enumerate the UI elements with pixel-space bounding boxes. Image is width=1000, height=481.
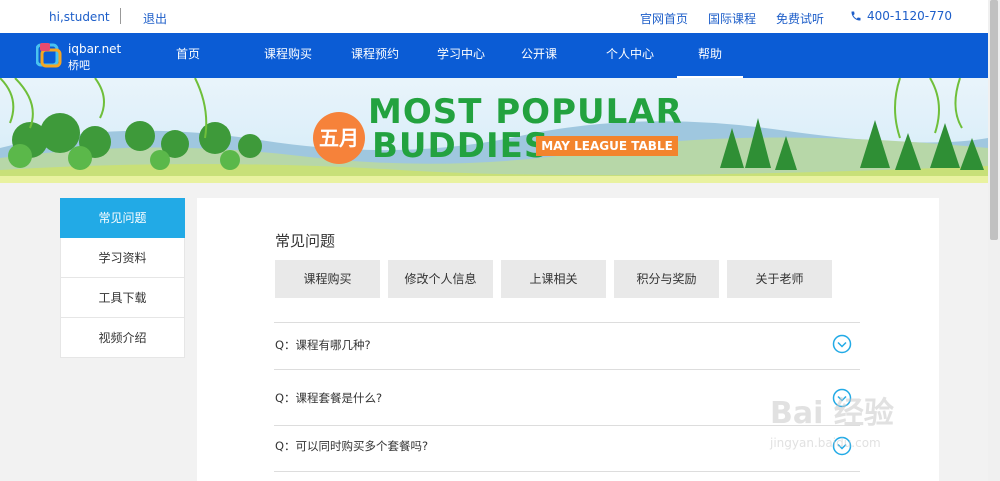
nav-open-class[interactable]: 公开课 [514,33,564,78]
faq-question: Q：课程有哪几种? [275,338,371,352]
nav-course-purchase[interactable]: 课程购买 [246,33,330,78]
banner-tag: MAY LEAGUE TABLE [536,136,678,156]
top-bar: hi,student 退出 官网首页 国际课程 免费试听 400-1120-77… [0,0,988,33]
banner-title-line2: BUDDIES [372,126,550,166]
watermark-brand: Bai 经验 [770,396,894,431]
free-trial-link[interactable]: 免费试听 [776,10,824,27]
chevron-down-icon[interactable] [832,334,852,354]
divider [274,471,860,472]
phone-contact: 400-1120-770 [850,9,952,23]
logo-text-cn: 桥吧 [68,59,90,72]
help-sidebar: 常见问题 学习资料 工具下载 视频介绍 [60,198,185,358]
logo[interactable]: iqbar.net 桥吧 [36,40,126,72]
category-course-purchase[interactable]: 课程购买 [275,260,380,298]
watermark: Bai 经验 jingyan.baidu.com [770,388,950,458]
faq-item[interactable]: Q：课程有哪几种? [274,322,860,369]
faq-question: Q：课程套餐是什么? [275,391,383,405]
month-badge: 五月 [313,112,365,164]
logo-text-en: iqbar.net [68,42,122,56]
official-home-link[interactable]: 官网首页 [640,10,688,27]
sidebar-item-tools[interactable]: 工具下载 [60,278,185,318]
faq-question: Q：可以同时购买多个套餐吗? [275,439,429,453]
phone-number: 400-1120-770 [867,9,953,23]
sidebar-item-faq[interactable]: 常见问题 [60,198,185,238]
logo-mark-icon [36,43,62,68]
page-scrollbar[interactable] [988,0,1000,481]
nav-home[interactable]: 首页 [163,33,213,78]
watermark-url: jingyan.baidu.com [770,436,881,450]
page-title: 常见问题 [275,232,336,250]
user-greeting[interactable]: hi,student [49,10,110,24]
scrollbar-thumb[interactable] [990,0,998,240]
sidebar-item-materials[interactable]: 学习资料 [60,238,185,278]
main-nav: iqbar.net 桥吧 首页 课程购买 课程预约 学习中心 公开课 个人中心 … [0,33,988,78]
category-edit-profile[interactable]: 修改个人信息 [388,260,493,298]
nav-items: 首页 课程购买 课程预约 学习中心 公开课 个人中心 帮助 [163,33,743,78]
intl-courses-link[interactable]: 国际课程 [708,10,756,27]
nav-learning-center[interactable]: 学习中心 [423,33,499,78]
logout-link[interactable]: 退出 [143,10,167,27]
category-points-rewards[interactable]: 积分与奖励 [614,260,719,298]
nav-help[interactable]: 帮助 [677,33,743,78]
top-links: 官网首页 国际课程 免费试听 [640,10,824,27]
sidebar-item-videos[interactable]: 视频介绍 [60,318,185,358]
category-about-teachers[interactable]: 关于老师 [727,260,832,298]
divider [120,8,121,24]
faq-categories: 课程购买 修改个人信息 上课相关 积分与奖励 关于老师 [275,260,832,298]
nav-personal-center[interactable]: 个人中心 [592,33,668,78]
nav-course-booking[interactable]: 课程预约 [337,33,413,78]
category-class-related[interactable]: 上课相关 [501,260,606,298]
phone-icon [851,11,861,21]
promo-banner[interactable]: 五月 MOST POPULAR BUDDIES MAY LEAGUE TABLE [0,78,988,183]
